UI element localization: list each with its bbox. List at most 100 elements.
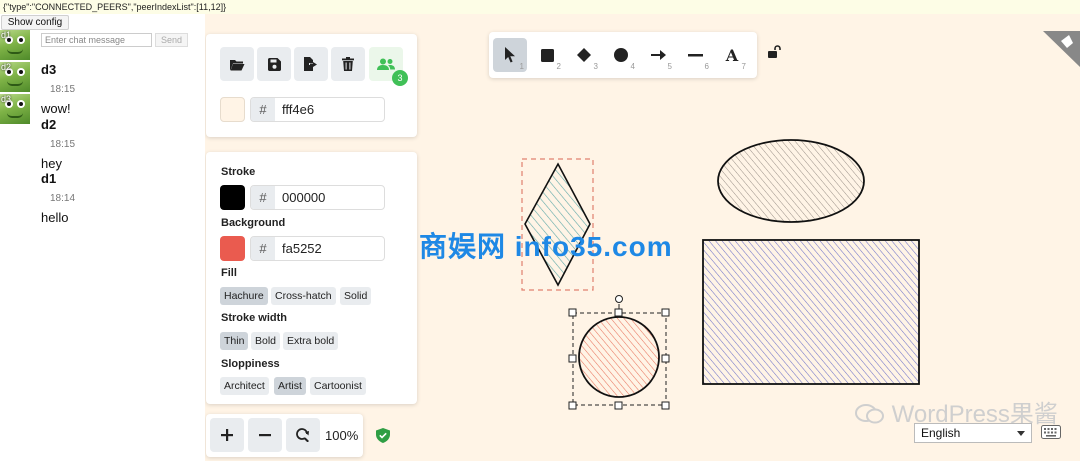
collaborator-count-badge: 3 xyxy=(392,70,408,86)
background-hex-field[interactable]: # fa5252 xyxy=(250,236,385,261)
message-text: hey xyxy=(41,156,62,171)
peer-label: d3 xyxy=(1,94,12,104)
tool-shortcut-key: 2 xyxy=(556,62,561,71)
trash-icon xyxy=(342,57,354,71)
square-icon xyxy=(540,48,554,62)
zoom-in-button[interactable] xyxy=(210,418,244,452)
canvas-color-hex-field[interactable]: # fff4e6 xyxy=(250,97,385,122)
peer-avatar: d3 xyxy=(0,94,30,124)
fill-solid-option[interactable]: Solid xyxy=(340,287,372,305)
arrow-right-icon xyxy=(650,50,666,60)
message-user: d2 xyxy=(41,117,57,132)
folder-open-icon xyxy=(230,59,245,70)
stroke-width-bold-option[interactable]: Bold xyxy=(251,332,281,350)
sloppiness-architect-option[interactable]: Architect xyxy=(220,377,269,395)
tool-shortcut-key: 1 xyxy=(519,62,524,71)
zoom-out-button[interactable] xyxy=(248,418,282,452)
fill-cross-hatch-option[interactable]: Cross-hatch xyxy=(271,287,336,305)
chat-message-input[interactable] xyxy=(41,33,152,47)
tool-text[interactable]: A 7 xyxy=(715,38,749,72)
show-config-button[interactable]: Show config xyxy=(1,15,69,30)
zoom-reset-icon xyxy=(296,428,309,442)
message-text: wow! xyxy=(41,101,71,116)
sloppiness-cartoonist-option[interactable]: Cartoonist xyxy=(310,377,366,395)
diamond-icon xyxy=(577,48,591,62)
zoom-controls: 100% xyxy=(206,414,363,457)
tool-shortcut-key: 4 xyxy=(630,62,635,71)
watermark-text: 商娱网 info35.com xyxy=(419,231,673,262)
tool-rectangle[interactable]: 2 xyxy=(530,38,564,72)
stroke-width-extra-bold-option[interactable]: Extra bold xyxy=(283,332,339,350)
background-color-swatch[interactable] xyxy=(220,236,245,261)
zoom-level: 100% xyxy=(325,428,359,443)
export-button[interactable] xyxy=(294,47,328,81)
circle-shape-selected xyxy=(568,295,670,410)
plus-icon xyxy=(221,429,233,441)
message-time: 18:14 xyxy=(50,193,76,204)
tool-line[interactable]: 6 xyxy=(678,38,712,72)
peer-avatar: d2 xyxy=(0,62,30,92)
lock-icon[interactable] xyxy=(767,45,781,62)
canvas-color-swatch[interactable] xyxy=(220,97,245,122)
file-actions-panel: 3 # fff4e6 xyxy=(206,34,417,137)
pointer-icon xyxy=(505,47,515,63)
connected-peers-debug: {"type":"CONNECTED_PEERS","peerIndexList… xyxy=(0,0,1080,14)
stroke-width-thin-option[interactable]: Thin xyxy=(220,332,249,350)
line-icon xyxy=(687,53,703,56)
hash-prefix: # xyxy=(251,186,275,209)
tool-shortcut-key: 6 xyxy=(704,62,709,71)
ellipse-shape xyxy=(717,139,865,223)
message-text: hello xyxy=(41,210,69,225)
peer-label: d1 xyxy=(1,30,12,40)
chevron-down-icon xyxy=(1017,431,1025,436)
stroke-color-swatch[interactable] xyxy=(220,185,245,210)
tool-ellipse[interactable]: 4 xyxy=(604,38,638,72)
keyboard-icon[interactable] xyxy=(1041,425,1061,442)
stroke-hex-value: 000000 xyxy=(282,190,326,205)
stroke-width-label: Stroke width xyxy=(221,312,288,324)
message-time: 18:15 xyxy=(50,139,76,150)
save-button[interactable] xyxy=(257,47,291,81)
shape-toolbar: 1 2 3 4 5 6 A 7 xyxy=(489,32,757,78)
clear-canvas-button[interactable] xyxy=(331,47,365,81)
language-selected: English xyxy=(921,426,961,440)
sloppiness-label: Sloppiness xyxy=(221,358,280,370)
save-icon xyxy=(267,57,281,71)
reset-zoom-button[interactable] xyxy=(286,418,320,452)
message-time: 18:15 xyxy=(50,84,76,95)
chat-panel: d1 d2 d3 Send d3 18:15 wow! d2 18:15 hey… xyxy=(0,30,205,461)
stroke-hex-field[interactable]: # 000000 xyxy=(250,185,385,210)
tool-shortcut-key: 3 xyxy=(593,62,598,71)
message-user: d1 xyxy=(41,171,57,186)
sloppiness-artist-option[interactable]: Artist xyxy=(274,377,306,395)
collaboration-button[interactable]: 3 xyxy=(369,47,408,86)
peer-avatar: d1 xyxy=(0,30,30,60)
tool-selection[interactable]: 1 xyxy=(493,38,527,72)
tool-shortcut-key: 7 xyxy=(741,62,746,71)
users-icon xyxy=(377,58,395,70)
canvas-color-hex-value: fff4e6 xyxy=(282,102,315,117)
send-button[interactable]: Send xyxy=(155,33,188,47)
drawing-canvas[interactable]: 商娱网 info35.com WordPress果酱 3 # fff4e6 St… xyxy=(205,14,1080,461)
text-icon: A xyxy=(725,45,739,65)
fill-hachure-option[interactable]: Hachure xyxy=(220,287,268,305)
hash-prefix: # xyxy=(251,237,275,260)
fill-label: Fill xyxy=(221,267,237,279)
background-label: Background xyxy=(221,217,286,229)
open-button[interactable] xyxy=(220,47,254,81)
circle-icon xyxy=(614,48,628,62)
rectangle-shape xyxy=(702,239,920,385)
tool-diamond[interactable]: 3 xyxy=(567,38,601,72)
tool-arrow[interactable]: 5 xyxy=(641,38,675,72)
message-user: d3 xyxy=(41,62,57,77)
stroke-label: Stroke xyxy=(221,166,256,178)
tool-shortcut-key: 5 xyxy=(667,62,672,71)
language-select[interactable]: English xyxy=(914,423,1032,443)
hash-prefix: # xyxy=(251,98,275,121)
export-icon xyxy=(304,57,317,71)
wechat-icon xyxy=(855,403,885,425)
github-corner-icon xyxy=(1043,31,1080,67)
peer-label: d2 xyxy=(1,62,12,72)
background-hex-value: fa5252 xyxy=(282,241,322,256)
encrypted-shield-icon xyxy=(376,428,390,446)
